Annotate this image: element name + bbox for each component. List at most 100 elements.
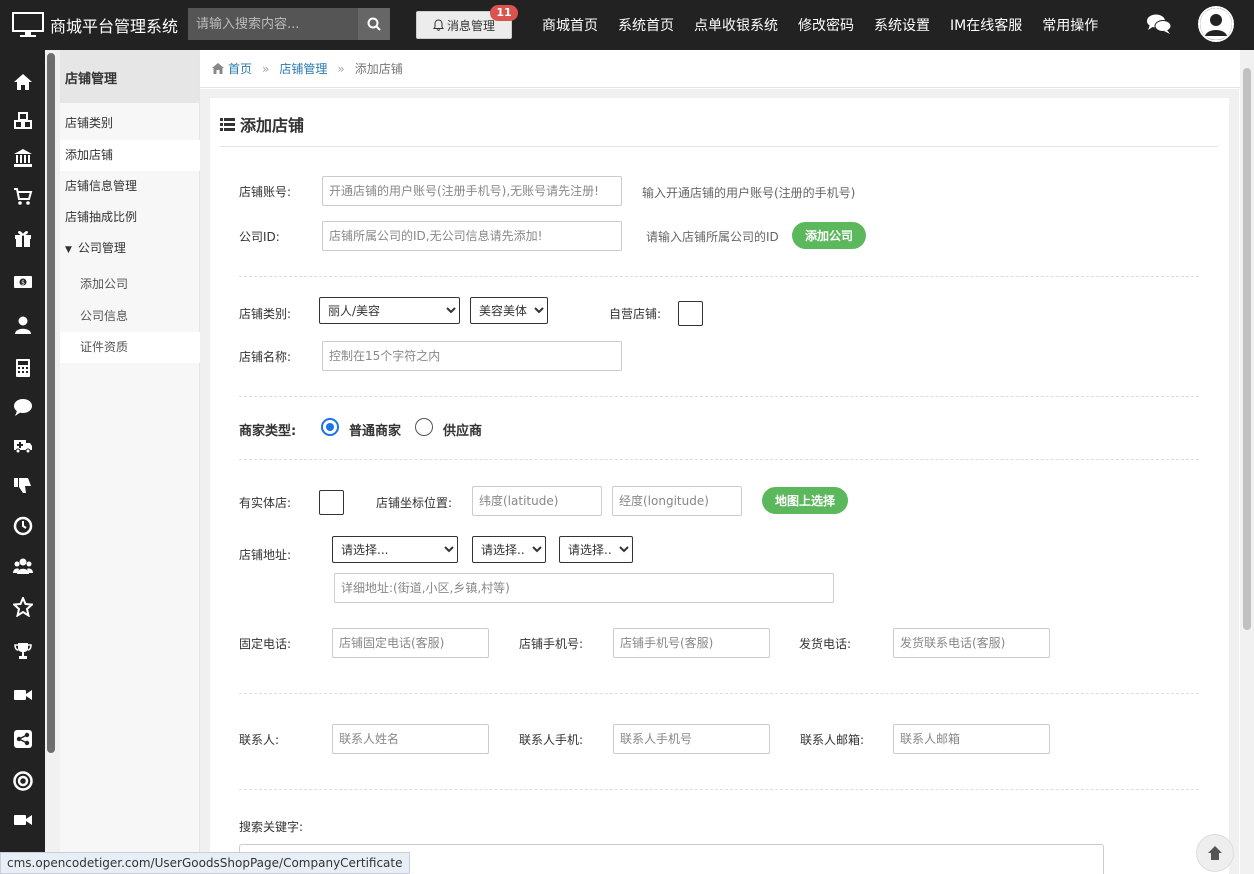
rail-item-thumbs-down[interactable] — [0, 468, 45, 504]
nav-system-home[interactable]: 系统首页 — [618, 15, 674, 35]
rail-item-comment[interactable] — [0, 389, 45, 425]
top-bar: 商城平台管理系统 消息管理 11 商城首页 系统首页 点单收银系统 修改密码 系… — [0, 0, 1254, 50]
arrow-up-icon — [1208, 846, 1222, 860]
money-icon: $ — [13, 276, 32, 288]
breadcrumb-parent[interactable]: 店铺管理 — [279, 60, 327, 77]
rail-item-user[interactable] — [0, 307, 45, 343]
svg-text:$: $ — [21, 280, 25, 287]
home-icon — [212, 63, 224, 74]
brand[interactable]: 商城平台管理系统 — [0, 0, 180, 50]
map-select-button[interactable]: 地图上选择 — [762, 487, 848, 514]
rail-scrollbar[interactable] — [47, 53, 55, 753]
search-input[interactable] — [188, 8, 358, 40]
rail-item-video-camera[interactable] — [0, 802, 45, 838]
rail-item-cart[interactable] — [0, 178, 45, 214]
back-to-top-button[interactable] — [1196, 834, 1234, 872]
submenu-item-company-group[interactable]: ▼ 公司管理 — [60, 233, 200, 264]
rail-item-cubes[interactable] — [0, 103, 45, 139]
latitude-input[interactable] — [472, 486, 602, 516]
rail-item-star[interactable] — [0, 589, 45, 625]
section-divider — [239, 789, 1199, 790]
scrollbar-thumb[interactable] — [1243, 68, 1251, 630]
shop-name-input[interactable] — [322, 341, 622, 371]
search-button[interactable] — [358, 8, 390, 40]
share-icon — [13, 730, 32, 748]
caret-down-icon: ▼ — [65, 245, 72, 255]
nav-im-service[interactable]: IM在线客服 — [950, 15, 1022, 35]
section-divider — [239, 396, 1199, 397]
submenu-item-company-info[interactable]: 公司信息 — [60, 301, 200, 332]
contact-label: 联系人: — [239, 733, 280, 747]
bell-icon — [433, 19, 444, 31]
thumbs-down-icon — [13, 478, 31, 493]
breadcrumb-home[interactable]: 首页 — [228, 60, 252, 77]
shop-category-select[interactable]: 丽人/美容 — [319, 297, 460, 324]
rail-item-video[interactable] — [0, 677, 45, 713]
page-scrollbar[interactable] — [1240, 50, 1254, 874]
shop-mobile-input[interactable] — [613, 628, 770, 658]
cart-icon — [13, 188, 32, 205]
submenu-title: 店铺管理 — [60, 50, 199, 103]
message-label: 消息管理 — [446, 18, 495, 33]
physical-store-checkbox[interactable] — [319, 490, 344, 515]
city-select[interactable]: 请选择... — [472, 536, 546, 563]
merchant-type-normal-radio[interactable] — [321, 418, 339, 436]
rail-item-gift[interactable] — [0, 220, 45, 256]
nav-pos-system[interactable]: 点单收银系统 — [694, 15, 778, 35]
cubes-icon — [13, 112, 32, 129]
rail-item-home[interactable] — [0, 64, 45, 100]
rail-item-ambulance[interactable] — [0, 427, 45, 463]
rail-item-clock[interactable] — [0, 508, 45, 544]
district-select[interactable]: 请选择... — [559, 536, 633, 563]
rail-item-trophy[interactable] — [0, 633, 45, 669]
page-title: 添加店铺 — [220, 112, 304, 136]
nav-mall-home[interactable]: 商城首页 — [542, 15, 598, 35]
search-icon — [367, 17, 381, 31]
rail-item-users[interactable] — [0, 548, 45, 584]
rail-item-lifebuoy[interactable] — [0, 763, 45, 799]
rail-item-calculator[interactable] — [0, 350, 45, 386]
shipping-phone-input[interactable] — [893, 628, 1050, 658]
rail-item-share[interactable] — [0, 721, 45, 757]
section-divider — [239, 276, 1199, 277]
section-divider — [239, 693, 1199, 694]
longitude-input[interactable] — [612, 486, 742, 516]
company-group-label: 公司管理 — [77, 241, 126, 255]
rail-item-bank[interactable] — [0, 140, 45, 176]
merchant-type-supplier-label[interactable]: 供应商 — [443, 420, 482, 439]
nav-change-password[interactable]: 修改密码 — [798, 15, 854, 35]
app-title: 商城平台管理系统 — [50, 17, 179, 36]
nav-system-settings[interactable]: 系统设置 — [874, 15, 930, 35]
address-label: 店铺地址: — [239, 548, 292, 562]
contact-name-input[interactable] — [332, 724, 489, 754]
physical-store-label: 有实体店: — [239, 496, 292, 510]
shop-mobile-label: 店铺手机号: — [519, 637, 584, 651]
landline-input[interactable] — [332, 628, 489, 658]
submenu-item-shop-info[interactable]: 店铺信息管理 — [60, 171, 200, 202]
company-id-hint: 请输入店铺所属公司的ID — [646, 230, 779, 244]
chat-icon[interactable] — [1146, 13, 1172, 35]
submenu-item-add-shop[interactable]: 添加店铺 — [60, 140, 200, 171]
company-id-input[interactable] — [322, 221, 622, 251]
contact-mobile-input[interactable] — [613, 724, 770, 754]
account-input[interactable] — [322, 176, 622, 206]
submenu-item-certificates[interactable]: 证件资质 — [60, 332, 200, 363]
merchant-type-supplier-radio[interactable] — [415, 418, 433, 436]
breadcrumb-separator: » — [337, 61, 345, 76]
submenu-item-shop-category[interactable]: 店铺类别 — [60, 108, 200, 139]
detail-address-input[interactable] — [334, 573, 834, 603]
self-operated-checkbox[interactable] — [678, 301, 703, 326]
submenu-item-commission[interactable]: 店铺抽成比例 — [60, 202, 200, 233]
shop-subcategory-select[interactable]: 美容美体 — [470, 297, 548, 324]
nav-common-actions[interactable]: 常用操作 — [1042, 15, 1098, 35]
avatar[interactable] — [1198, 6, 1234, 42]
rail-item-money[interactable]: $ — [0, 264, 45, 300]
status-bar-url: cms.opencodetiger.com/UserGoodsShopPage/… — [0, 852, 410, 874]
add-company-button[interactable]: 添加公司 — [792, 222, 866, 249]
contact-email-input[interactable] — [893, 724, 1050, 754]
province-select[interactable]: 请选择... — [332, 536, 458, 563]
merchant-type-normal-label[interactable]: 普通商家 — [349, 420, 401, 439]
title-divider — [220, 146, 1218, 147]
contact-mobile-label: 联系人手机: — [519, 733, 584, 747]
submenu-item-add-company[interactable]: 添加公司 — [60, 269, 200, 300]
